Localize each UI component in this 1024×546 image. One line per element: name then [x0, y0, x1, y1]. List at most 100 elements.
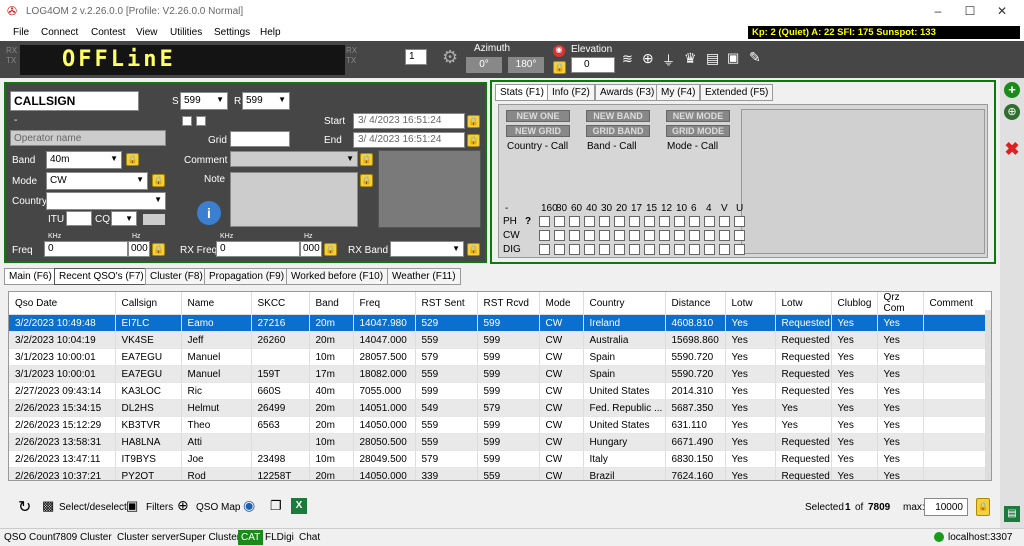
- elevation-input[interactable]: 0: [571, 57, 615, 73]
- operator-name-input[interactable]: Operator name: [10, 130, 166, 146]
- column-header[interactable]: Comment: [923, 292, 991, 315]
- azimuth-180-button[interactable]: 180°: [508, 57, 544, 73]
- end-datetime-input[interactable]: 3/ 4/2023 16:51:24: [353, 132, 465, 148]
- rx-freq-lock-icon[interactable]: 🔒: [324, 243, 337, 256]
- maximize-button[interactable]: ☐: [960, 4, 980, 18]
- column-header[interactable]: Qrz Com: [877, 292, 924, 315]
- tab-recent-qsos[interactable]: Recent QSO's (F7): [54, 268, 149, 285]
- start-datetime-input[interactable]: 3/ 4/2023 16:51:24: [353, 113, 465, 129]
- menu-help[interactable]: Help: [260, 27, 281, 38]
- column-header[interactable]: Lotw: [775, 292, 832, 315]
- menu-file[interactable]: File: [13, 27, 29, 38]
- freq-lock-icon[interactable]: 🔒: [152, 243, 165, 256]
- column-header[interactable]: Callsign: [115, 292, 182, 315]
- radio-icon[interactable]: ▤: [706, 50, 719, 67]
- radio-spinner[interactable]: 1: [405, 49, 427, 65]
- add-icon[interactable]: +: [1004, 82, 1020, 98]
- status-super-cluster[interactable]: Super Cluster: [179, 532, 240, 543]
- check-box-1[interactable]: [182, 116, 192, 126]
- tab-extended[interactable]: Extended (F5): [700, 84, 774, 101]
- help-icon[interactable]: ?: [525, 216, 531, 227]
- tab-worked-before[interactable]: Worked before (F10): [286, 268, 389, 285]
- earth-icon[interactable]: ◉: [243, 497, 255, 514]
- status-cat[interactable]: CAT: [238, 530, 264, 545]
- lock-icon[interactable]: 🔒: [553, 61, 566, 74]
- comment-select[interactable]: ▼: [230, 151, 358, 167]
- map-icon[interactable]: ⊕: [177, 497, 189, 514]
- globe-icon[interactable]: ⊕: [642, 50, 654, 67]
- column-header[interactable]: Name: [181, 292, 252, 315]
- column-header[interactable]: Freq: [353, 292, 416, 315]
- tab-stats[interactable]: Stats (F1): [495, 84, 549, 101]
- status-cluster-server[interactable]: Cluster server: [117, 532, 179, 543]
- tab-awards[interactable]: Awards (F3): [595, 84, 660, 101]
- band-select[interactable]: 40m ▼: [46, 151, 122, 169]
- rotor-icon[interactable]: ◉: [553, 45, 565, 57]
- menu-contest[interactable]: Contest: [91, 27, 125, 38]
- freq-khz-input[interactable]: 0: [44, 241, 128, 257]
- gear-icon[interactable]: ⚙: [442, 47, 458, 68]
- column-header[interactable]: RST Rcvd: [477, 292, 540, 315]
- tab-main[interactable]: Main (F6): [4, 268, 57, 285]
- table-row[interactable]: 2/26/2023 10:37:21 PY2OT Rod 12258T 20m 14050…: [9, 467, 991, 480]
- column-header[interactable]: Lotw: [725, 292, 776, 315]
- select-deselect-button[interactable]: Select/deselect: [59, 502, 127, 513]
- camera-icon[interactable]: ▣: [727, 50, 739, 66]
- column-header[interactable]: Band: [309, 292, 354, 315]
- country-select[interactable]: ▼: [46, 192, 166, 210]
- itu-input[interactable]: [66, 211, 92, 226]
- table-row[interactable]: 3/1/2023 10:00:01 EA7EGU Manuel 159T 17m 1808…: [9, 365, 991, 383]
- menu-settings[interactable]: Settings: [214, 27, 250, 38]
- status-cluster[interactable]: Cluster: [80, 532, 112, 543]
- table-row[interactable]: 2/27/2023 09:43:14 KA3LOC Ric 660S 40m 7055.0…: [9, 382, 991, 400]
- table-row[interactable]: 3/2/2023 10:04:19 VK4SE Jeff 26260 20m 14047.…: [9, 331, 991, 349]
- freq-hz-input[interactable]: 000: [128, 241, 150, 257]
- filters-button[interactable]: Filters: [146, 502, 173, 513]
- select-icon[interactable]: ▩: [42, 498, 54, 514]
- close-button[interactable]: ✕: [992, 4, 1012, 18]
- band-lock-icon[interactable]: 🔒: [126, 153, 139, 166]
- column-header[interactable]: Mode: [539, 292, 584, 315]
- menu-connect[interactable]: Connect: [41, 27, 78, 38]
- status-chat[interactable]: Chat: [299, 532, 320, 543]
- crown-icon[interactable]: ♛: [684, 50, 697, 67]
- mode-select[interactable]: CW ▼: [46, 172, 148, 190]
- table-row[interactable]: 2/26/2023 13:58:31 HA8LNA Atti 10m 28050.500…: [9, 433, 991, 451]
- callsign-input[interactable]: CALLSIGN: [10, 91, 139, 111]
- clear-icon[interactable]: ✖: [1003, 140, 1021, 158]
- check-box-2[interactable]: [196, 116, 206, 126]
- note-textarea[interactable]: [230, 172, 358, 227]
- column-header[interactable]: Qso Date: [9, 292, 116, 315]
- column-header[interactable]: Country: [583, 292, 666, 315]
- table-row[interactable]: 3/2/2023 10:49:48 EI7LC Eamo 27216 20m 14047.…: [9, 314, 991, 332]
- rx-band-lock-icon[interactable]: 🔒: [467, 243, 480, 256]
- rst-sent-select[interactable]: 599 ▼: [180, 92, 228, 110]
- status-fldigi[interactable]: FLDigi: [265, 532, 294, 543]
- rx-band-select[interactable]: ▼: [390, 241, 464, 257]
- minimize-button[interactable]: –: [928, 4, 948, 18]
- antenna-icon[interactable]: ⏚: [662, 50, 675, 69]
- mode-lock-icon[interactable]: 🔒: [152, 174, 165, 187]
- end-lock-icon[interactable]: 🔒: [467, 134, 480, 147]
- tab-my[interactable]: My (F4): [656, 84, 701, 101]
- max-lock-icon[interactable]: 🔒: [976, 498, 990, 516]
- cq-select[interactable]: ▼: [111, 211, 137, 226]
- grid-input[interactable]: [230, 131, 290, 147]
- table-row[interactable]: 3/1/2023 10:00:01 EA7EGU Manuel 10m 28057.50…: [9, 348, 991, 366]
- window-icon[interactable]: ❐: [270, 498, 282, 514]
- comment-lock-icon[interactable]: 🔒: [360, 153, 373, 166]
- table-row[interactable]: 2/26/2023 15:12:29 KB3TVR Theo 6563 20m 14050…: [9, 416, 991, 434]
- excel-icon[interactable]: X: [291, 498, 307, 514]
- tab-cluster[interactable]: Cluster (F8): [145, 268, 208, 285]
- tab-info[interactable]: Info (F2): [547, 84, 595, 101]
- wifi-icon[interactable]: ≋: [622, 51, 633, 67]
- rx-freq-hz-input[interactable]: 000: [300, 241, 322, 257]
- column-header[interactable]: RST Sent: [415, 292, 478, 315]
- tab-weather[interactable]: Weather (F11): [387, 268, 461, 285]
- tab-propagation[interactable]: Propagation (F9): [204, 268, 290, 285]
- filter-icon[interactable]: ▣: [126, 498, 138, 514]
- globe-icon-right[interactable]: ⊕: [1004, 104, 1020, 120]
- azimuth-0-button[interactable]: 0°: [466, 57, 502, 73]
- column-header[interactable]: Distance: [665, 292, 726, 315]
- pen-icon[interactable]: ✎: [749, 49, 761, 66]
